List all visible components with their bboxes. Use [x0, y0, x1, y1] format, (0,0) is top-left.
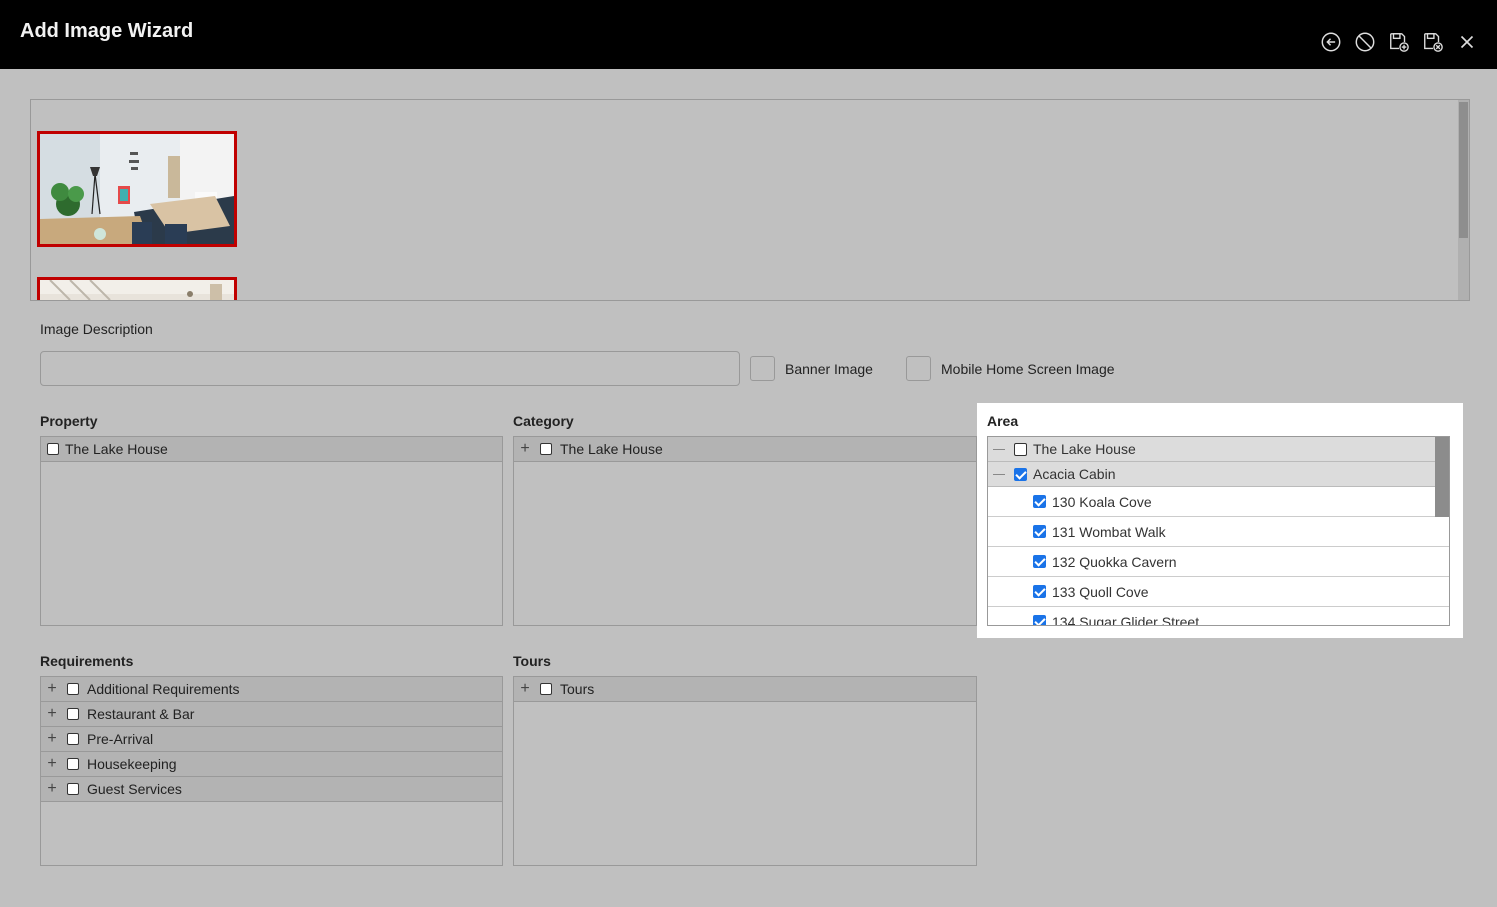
mobile-home-screen-label: Mobile Home Screen Image: [941, 361, 1115, 377]
gallery-scrollbar[interactable]: [1458, 100, 1469, 300]
tours-label: Tours: [513, 653, 551, 669]
expand-icon[interactable]: +: [46, 706, 58, 722]
tree-row-label: 133 Quoll Cove: [1052, 583, 1149, 600]
area-tree[interactable]: The Lake House Acacia Cabin 130 Koala Co…: [987, 436, 1450, 626]
category-tree: + The Lake House: [513, 436, 977, 626]
banner-image-checkbox[interactable]: [750, 356, 775, 381]
tree-row-area-child[interactable]: 130 Koala Cove: [988, 487, 1449, 517]
back-icon[interactable]: [1319, 30, 1343, 54]
tree-row-label: Guest Services: [87, 781, 182, 797]
tree-row-tour[interactable]: + Tours: [514, 677, 976, 702]
tree-row-label: Housekeeping: [87, 756, 177, 772]
tree-row-label: Pre-Arrival: [87, 731, 154, 747]
checkbox[interactable]: [67, 683, 79, 695]
save-exit-icon[interactable]: [1421, 30, 1445, 54]
tree-row-area[interactable]: Acacia Cabin: [988, 462, 1449, 487]
checkbox-checked[interactable]: [1033, 585, 1046, 598]
tree-row-label: Restaurant & Bar: [87, 706, 195, 722]
tree-row-requirement[interactable]: + Housekeeping: [41, 752, 502, 777]
checkbox[interactable]: [67, 783, 79, 795]
title-bar: Add Image Wizard: [0, 0, 1497, 69]
expand-icon[interactable]: +: [46, 731, 58, 747]
collapse-icon[interactable]: [993, 473, 1005, 475]
area-label: Area: [987, 413, 1019, 429]
area-scrollbar[interactable]: [1435, 437, 1449, 517]
image-gallery[interactable]: [30, 99, 1470, 301]
checkbox-checked[interactable]: [1033, 555, 1046, 568]
checkbox[interactable]: [540, 683, 552, 695]
banner-image-label: Banner Image: [785, 361, 873, 377]
checkbox-checked[interactable]: [1014, 467, 1027, 481]
expand-icon[interactable]: +: [46, 681, 58, 697]
tree-row-label: 131 Wombat Walk: [1052, 523, 1166, 540]
tree-row-area-child[interactable]: 133 Quoll Cove: [988, 577, 1449, 607]
requirements-label: Requirements: [40, 653, 134, 669]
requirements-tree: + Additional Requirements + Restaurant &…: [40, 676, 503, 866]
tree-row-requirement[interactable]: + Pre-Arrival: [41, 727, 502, 752]
window-title: Add Image Wizard: [20, 20, 194, 42]
tree-row-label: The Lake House: [560, 441, 663, 457]
property-tree: The Lake House: [40, 436, 503, 626]
expand-icon[interactable]: +: [519, 681, 531, 697]
tree-row-label: The Lake House: [1033, 441, 1136, 457]
tree-row-property[interactable]: The Lake House: [41, 437, 502, 462]
tree-row-label: Tours: [560, 681, 595, 697]
tree-row-area-child[interactable]: 132 Quokka Cavern: [988, 547, 1449, 577]
close-icon[interactable]: [1455, 30, 1479, 54]
tree-row-label: The Lake House: [65, 441, 168, 457]
tree-row-area-child[interactable]: 134 Sugar Glider Street: [988, 607, 1449, 626]
category-label: Category: [513, 413, 574, 429]
mobile-home-screen-checkbox[interactable]: [906, 356, 931, 381]
collapse-icon[interactable]: [993, 448, 1005, 450]
checkbox-checked[interactable]: [1033, 495, 1046, 508]
checkbox[interactable]: [540, 443, 552, 455]
tree-row-label: Acacia Cabin: [1033, 466, 1116, 482]
checkbox[interactable]: [67, 758, 79, 770]
tree-row-requirement[interactable]: + Guest Services: [41, 777, 502, 802]
property-label: Property: [40, 413, 98, 429]
tree-row-area[interactable]: The Lake House: [988, 437, 1449, 462]
checkbox-checked[interactable]: [1033, 525, 1046, 538]
expand-icon[interactable]: +: [46, 756, 58, 772]
expand-icon[interactable]: +: [519, 441, 531, 457]
tree-row-label: Additional Requirements: [87, 681, 240, 697]
tree-row-category[interactable]: + The Lake House: [514, 437, 976, 462]
save-add-icon[interactable]: [1387, 30, 1411, 54]
toolbar: [1319, 30, 1479, 54]
image-thumbnail[interactable]: [37, 131, 237, 247]
area-scrollbar-thumb[interactable]: [1435, 437, 1449, 517]
tree-row-requirement[interactable]: + Additional Requirements: [41, 677, 502, 702]
image-description-label: Image Description: [40, 321, 153, 337]
tree-row-label: 134 Sugar Glider Street: [1052, 613, 1200, 626]
checkbox-checked[interactable]: [1033, 615, 1046, 625]
tree-row-requirement[interactable]: + Restaurant & Bar: [41, 702, 502, 727]
expand-icon[interactable]: +: [46, 781, 58, 797]
checkbox[interactable]: [67, 708, 79, 720]
area-panel: Area The Lake House Acacia Cabin 130 Koa…: [977, 403, 1463, 638]
gallery-scrollbar-thumb[interactable]: [1459, 102, 1468, 238]
checkbox[interactable]: [1014, 442, 1027, 456]
tree-row-area-child[interactable]: 131 Wombat Walk: [988, 517, 1449, 547]
image-thumbnail[interactable]: [37, 277, 237, 300]
checkbox[interactable]: [67, 733, 79, 745]
tours-tree: + Tours: [513, 676, 977, 866]
image-description-input[interactable]: [40, 351, 740, 386]
cancel-icon[interactable]: [1353, 30, 1377, 54]
tree-row-label: 130 Koala Cove: [1052, 493, 1152, 510]
checkbox[interactable]: [47, 443, 59, 455]
tree-row-label: 132 Quokka Cavern: [1052, 553, 1177, 570]
